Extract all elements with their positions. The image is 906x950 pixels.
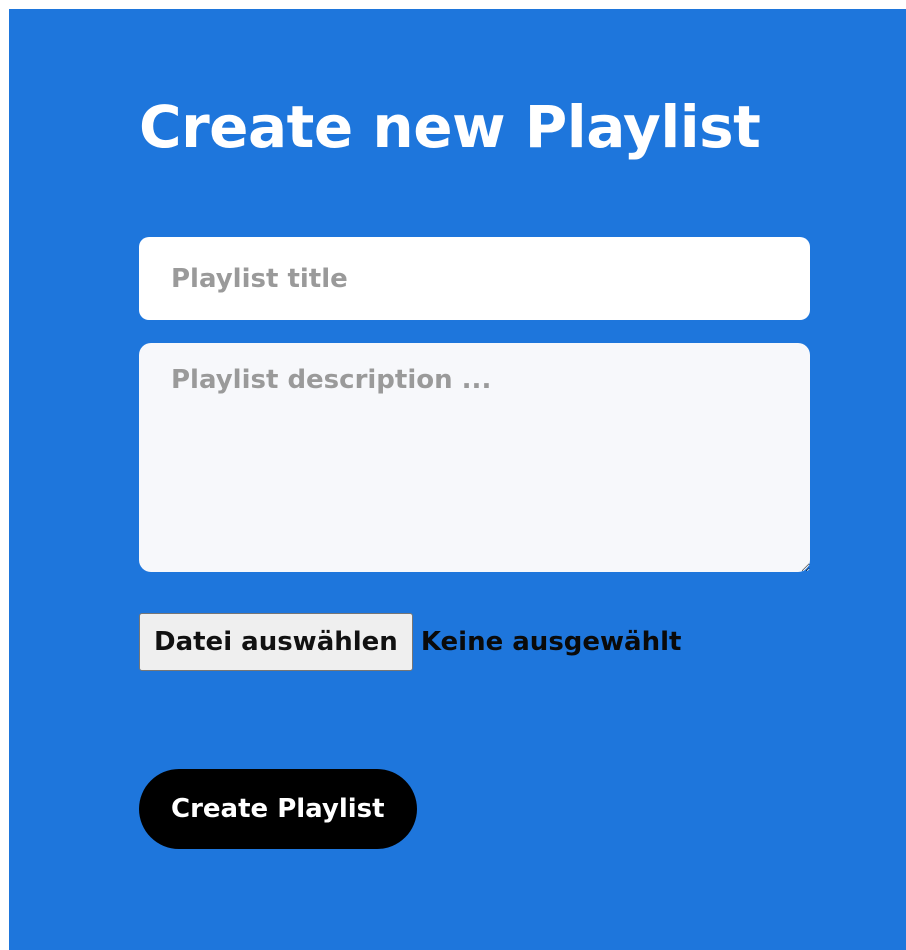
page-title: Create new Playlist <box>139 93 761 161</box>
create-playlist-panel: Create new Playlist Datei auswählen Kein… <box>9 9 906 950</box>
playlist-description-textarea[interactable] <box>139 343 810 572</box>
file-upload-control: Datei auswählen Keine ausgewählt <box>139 613 681 671</box>
create-playlist-button[interactable]: Create Playlist <box>139 769 417 849</box>
choose-file-button[interactable]: Datei auswählen <box>139 613 413 671</box>
file-status-text: Keine ausgewählt <box>420 627 682 657</box>
playlist-title-input[interactable] <box>139 237 810 320</box>
